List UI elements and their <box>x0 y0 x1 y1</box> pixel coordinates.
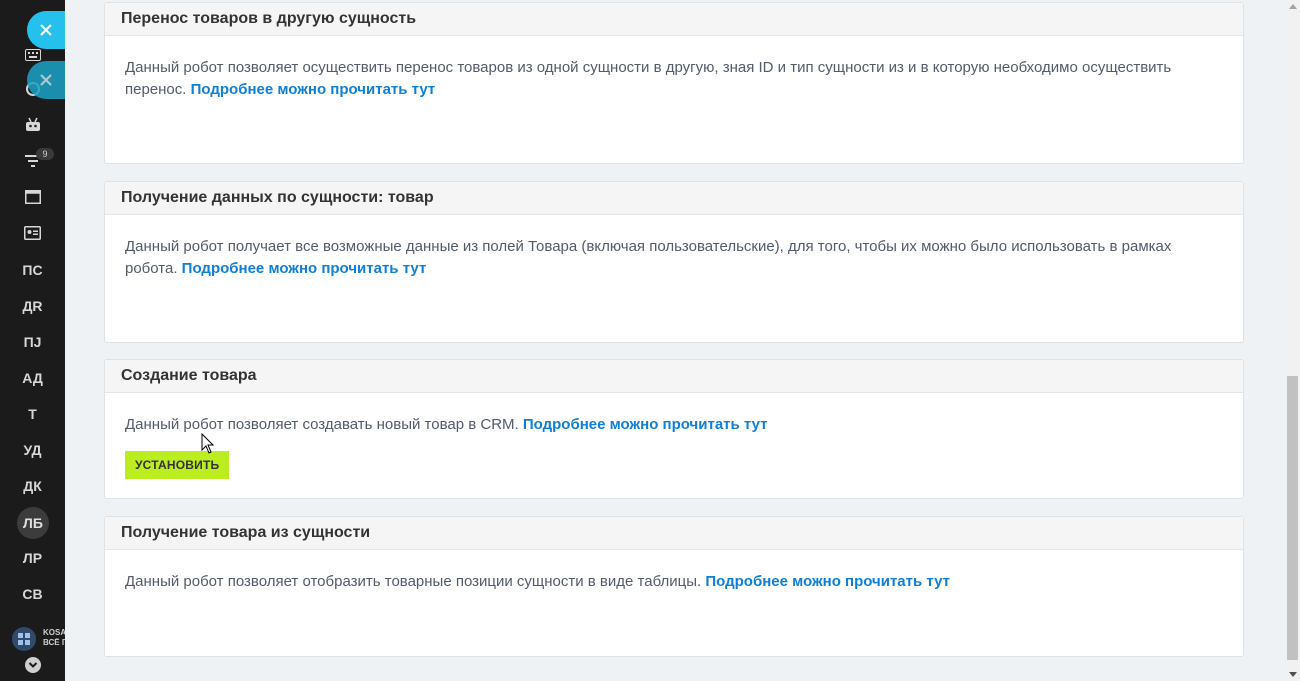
scrollbar-thumb[interactable] <box>1287 376 1298 660</box>
close-icon <box>40 74 52 86</box>
filter-count-badge: 9 <box>36 148 54 160</box>
window-icon[interactable] <box>0 182 65 212</box>
contact-card-icon[interactable] <box>0 218 65 248</box>
card-body: Данный робот позволяет создавать новый т… <box>105 393 1243 479</box>
sidebar-bottom-caption: KOSA ВСЁ Г <box>43 628 65 648</box>
scroll-down-arrow-icon[interactable] <box>1289 672 1297 677</box>
card-title: Получение товара из сущности <box>105 517 1243 550</box>
filter-icon[interactable] <box>0 146 65 176</box>
close-secondary-slider-button[interactable] <box>27 61 65 99</box>
sidebar-item-dr[interactable]: ДR <box>0 291 65 321</box>
chevron-down-icon[interactable] <box>25 657 41 673</box>
card-body: Данный робот позволяет осуществить перен… <box>105 36 1243 101</box>
sidebar-item-ad[interactable]: АД <box>0 363 65 393</box>
sidebar-item-lr[interactable]: ЛР <box>0 543 65 573</box>
close-slider-button[interactable] <box>27 11 65 49</box>
card-title: Получение данных по сущности: товар <box>105 182 1243 215</box>
robot-card-transfer-products: Перенос товаров в другую сущность Данный… <box>104 2 1244 164</box>
sidebar-bottom-line1: KOSA <box>43 628 65 637</box>
robot-card-get-product-from-entity: Получение товара из сущности Данный робо… <box>104 516 1244 657</box>
vertical-scrollbar[interactable] <box>1285 0 1300 681</box>
sidebar-item-lb[interactable]: ЛБ <box>17 507 49 539</box>
sidebar-item-t[interactable]: Т <box>0 399 65 429</box>
robot-card-get-product-data: Получение данных по сущности: товар Данн… <box>104 181 1244 343</box>
card-title: Перенос товаров в другую сущность <box>105 3 1243 36</box>
install-button[interactable]: УСТАНОВИТЬ <box>125 451 230 479</box>
mouse-cursor-icon <box>201 433 215 454</box>
card-description: Данный робот позволяет создавать новый т… <box>125 416 519 433</box>
robot-card-create-product: Создание товара Данный робот позволяет с… <box>104 359 1244 499</box>
card-title: Создание товара <box>105 360 1243 393</box>
read-more-link[interactable]: Подробнее можно прочитать тут <box>523 416 768 433</box>
read-more-link[interactable]: Подробнее можно прочитать тут <box>705 573 950 590</box>
card-body: Данный робот получает все возможные данн… <box>105 215 1243 280</box>
close-icon <box>40 24 52 36</box>
scroll-up-arrow-icon[interactable] <box>1289 4 1297 9</box>
sidebar-item-ps[interactable]: ПС <box>0 255 65 285</box>
sidebar-item-sv[interactable]: СВ <box>0 579 65 609</box>
sidebar-item-pj[interactable]: ПJ <box>0 327 65 357</box>
left-sidebar: 9 ПС ДR ПJ АД Т УД ДК ЛБ ЛР СВ KOSA ВСЁ … <box>0 0 65 681</box>
robot-icon[interactable] <box>0 110 65 140</box>
card-body: Данный робот позволяет отобразить товарн… <box>105 550 1243 593</box>
card-description: Данный робот позволяет отобразить товарн… <box>125 573 702 590</box>
sidebar-bottom-line2: ВСЁ Г <box>43 638 65 647</box>
app-logo-icon[interactable] <box>12 627 36 651</box>
sidebar-item-dk[interactable]: ДК <box>0 471 65 501</box>
read-more-link[interactable]: Подробнее можно прочитать тут <box>182 260 427 277</box>
sidebar-item-ud[interactable]: УД <box>0 435 65 465</box>
read-more-link[interactable]: Подробнее можно прочитать тут <box>191 81 436 98</box>
